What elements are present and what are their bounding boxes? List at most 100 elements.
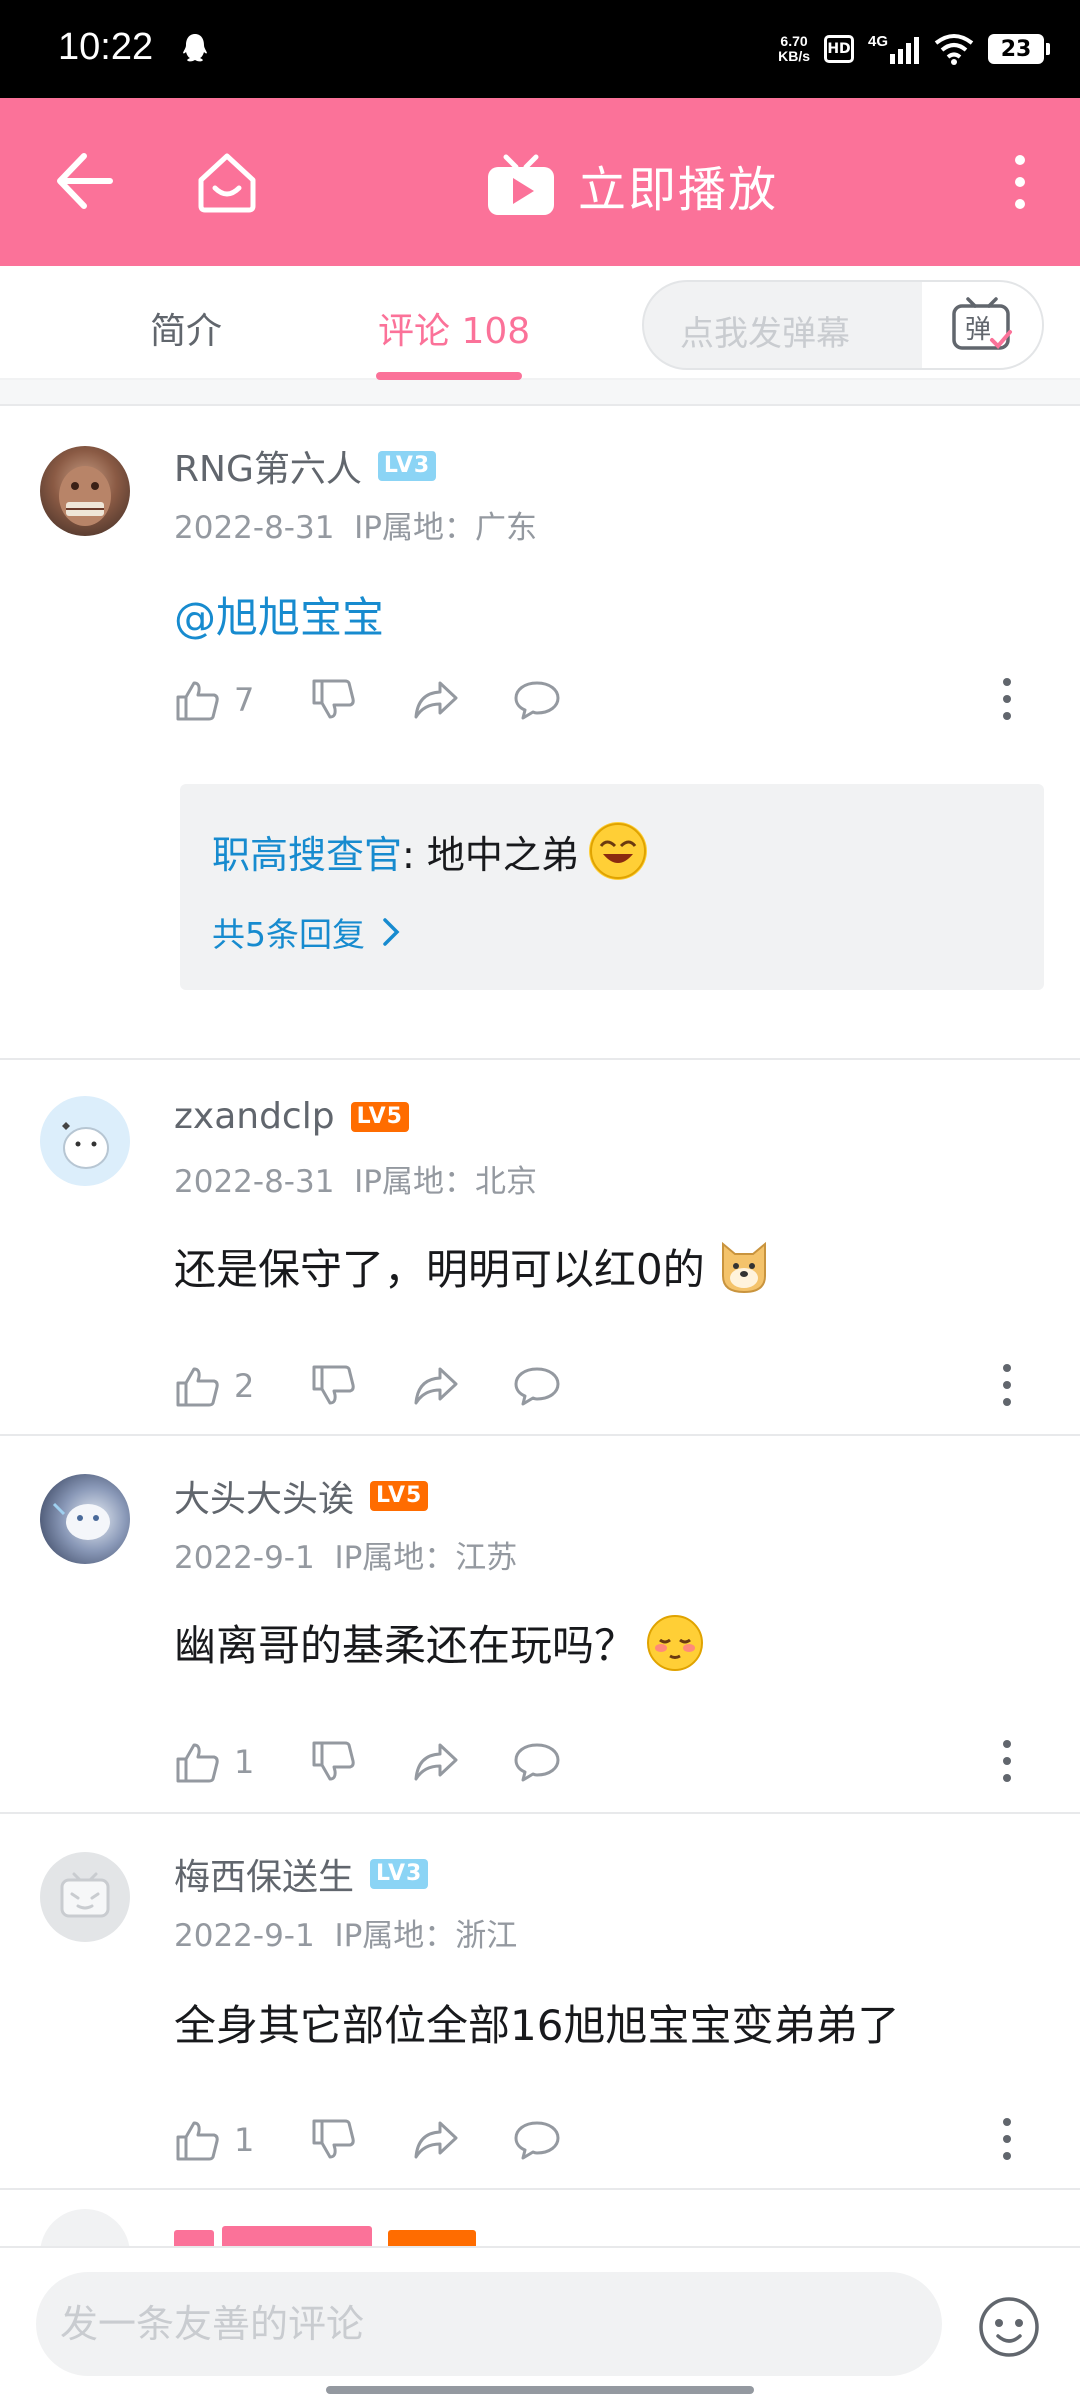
svg-text:弹: 弹 (965, 315, 991, 345)
comment-bubble-icon (514, 681, 560, 720)
thumbs-up-icon (176, 1367, 219, 1407)
thumbs-up-icon (176, 2121, 219, 2161)
comment-composer-bar: 发一条友善的评论 (0, 2246, 1080, 2400)
tab-intro[interactable]: 简介 (150, 302, 222, 354)
like-button[interactable]: 1 (174, 2110, 254, 2170)
default-avatar-icon (60, 1872, 110, 1918)
comment-item: RNG第六人 LV3 2022-8-31 IP属地：广东 @旭旭宝宝 7 职高搜… (0, 408, 1080, 1060)
dislike-button[interactable] (310, 1356, 356, 1416)
dislike-button[interactable] (310, 670, 356, 730)
home-icon[interactable] (195, 150, 259, 214)
level-badge: LV3 (377, 451, 437, 481)
comment-actions: 1 (174, 2110, 1014, 2170)
more-vertical-icon[interactable] (1000, 1362, 1014, 1408)
top-bar: 立即播放 (0, 98, 1080, 266)
comment-item: 大头大头诶 LV5 2022-9-1 IP属地：江苏 幽离哥的基柔还在玩吗？ 1 (0, 1436, 1080, 1814)
tv-play-icon (488, 154, 554, 215)
danmaku-placeholder[interactable]: 点我发弹幕 (680, 306, 850, 355)
reply-preview-box[interactable]: 职高搜查官 : 地中之弟 共5条回复 (180, 784, 1044, 990)
more-vertical-icon[interactable] (1008, 152, 1032, 212)
comment-username[interactable]: 大头大头诶 LV5 (174, 1470, 429, 1522)
share-icon (414, 681, 458, 719)
play-now-button[interactable]: 立即播放 (486, 150, 778, 220)
avatar[interactable] (40, 1096, 130, 1186)
avatar-image (62, 1122, 109, 1169)
level-badge: LV5 (350, 1101, 409, 1132)
doge-emoji-icon (715, 1238, 773, 1296)
comment-username[interactable]: 梅西保送生 LV3 (174, 1848, 429, 1900)
comment-item: 梅西保送生 LV3 2022-9-1 IP属地：浙江 全身其它部位全部16旭旭宝… (0, 1814, 1080, 2190)
share-button[interactable] (412, 2110, 460, 2170)
home-indicator[interactable] (326, 2386, 754, 2394)
qq-icon (183, 34, 207, 62)
next-comment-partial (0, 2190, 1080, 2246)
comment-meta: 2022-9-1 IP属地：江苏 (174, 1540, 518, 1576)
view-all-replies-link[interactable]: 共5条回复 (212, 908, 401, 956)
comment-actions: 7 (174, 670, 1014, 730)
like-button[interactable]: 2 (174, 1356, 254, 1416)
status-time: 10:22 (58, 26, 154, 68)
share-button[interactable] (412, 1356, 460, 1416)
more-vertical-icon[interactable] (1000, 676, 1014, 722)
comment-username[interactable]: RNG第六人 LV3 (174, 440, 437, 492)
partial-comment-shapes (40, 2209, 476, 2246)
avatar[interactable] (40, 446, 130, 536)
danmaku-toggle-button[interactable]: 弹 (922, 282, 1042, 368)
comment-username[interactable]: zxandclp LV5 (174, 1096, 409, 1137)
share-button[interactable] (412, 670, 460, 730)
reply-button[interactable] (512, 1732, 562, 1792)
reply-button[interactable] (512, 2110, 562, 2170)
thumbs-up-icon (176, 1743, 219, 1783)
like-count: 7 (234, 681, 255, 719)
thumbs-down-icon (312, 1741, 355, 1781)
comment-text[interactable]: 幽离哥的基柔还在玩吗？ (174, 1612, 704, 1673)
like-button[interactable]: 1 (174, 1732, 254, 1792)
avatar[interactable] (40, 1852, 130, 1942)
reply-text: : 地中之弟 (402, 832, 579, 877)
comment-bubble-icon (514, 2121, 560, 2160)
comment-text[interactable]: @旭旭宝宝 (174, 584, 384, 645)
tab-bar: 简介 评论 108 点我发弹幕 弹 (0, 266, 1080, 380)
danmaku-input-box[interactable]: 点我发弹幕 弹 (642, 280, 1044, 370)
like-count: 1 (234, 2121, 255, 2159)
dislike-button[interactable] (310, 2110, 356, 2170)
play-now-label: 立即播放 (578, 162, 779, 218)
comment-text[interactable]: 还是保守了，明明可以红0的 (174, 1236, 773, 1297)
avatar[interactable] (40, 1474, 130, 1564)
hd-icon: HD (824, 35, 854, 63)
level-badge: LV5 (370, 1481, 429, 1511)
more-vertical-icon[interactable] (1000, 1738, 1014, 1784)
emoji-picker-icon[interactable] (978, 2296, 1040, 2358)
danmaku-icon: 弹 (952, 297, 1012, 350)
dislike-button[interactable] (310, 1732, 356, 1792)
chevron-right-icon (383, 918, 400, 946)
section-divider (0, 380, 1080, 406)
share-button[interactable] (412, 1732, 460, 1792)
tab-active-indicator (376, 372, 522, 380)
thumbs-down-icon (312, 1365, 355, 1405)
back-arrow-icon[interactable] (54, 148, 114, 214)
network-speed: 6.70 KB/s (778, 33, 810, 64)
avatar-image (59, 466, 111, 526)
signal-4g-icon: 4G (868, 33, 919, 64)
level-badge: LV3 (370, 1859, 429, 1889)
like-button[interactable]: 7 (174, 670, 254, 730)
thumbs-down-icon (312, 679, 355, 719)
more-vertical-icon[interactable] (1000, 2116, 1014, 2162)
thumbs-up-icon (176, 681, 219, 721)
comment-actions: 1 (174, 1732, 1014, 1792)
share-icon (414, 1743, 458, 1781)
comment-input[interactable]: 发一条友善的评论 (36, 2272, 942, 2376)
like-count: 2 (234, 1367, 255, 1405)
blushing-emoji-icon (646, 1614, 704, 1672)
reply-button[interactable] (512, 670, 562, 730)
battery-icon: 23 (988, 34, 1050, 64)
comment-meta: 2022-8-31 IP属地：北京 (174, 1164, 537, 1200)
tab-comments[interactable]: 评论 108 (378, 302, 530, 354)
laughing-emoji-icon (588, 822, 647, 880)
comment-item: zxandclp LV5 2022-8-31 IP属地：北京 还是保守了，明明可… (0, 1060, 1080, 1436)
reply-button[interactable] (512, 1356, 562, 1416)
comment-text[interactable]: 全身其它部位全部16旭旭宝宝变弟弟了 (174, 1992, 899, 2053)
wifi-icon (934, 34, 974, 65)
reply-username[interactable]: 职高搜查官 (212, 824, 402, 879)
